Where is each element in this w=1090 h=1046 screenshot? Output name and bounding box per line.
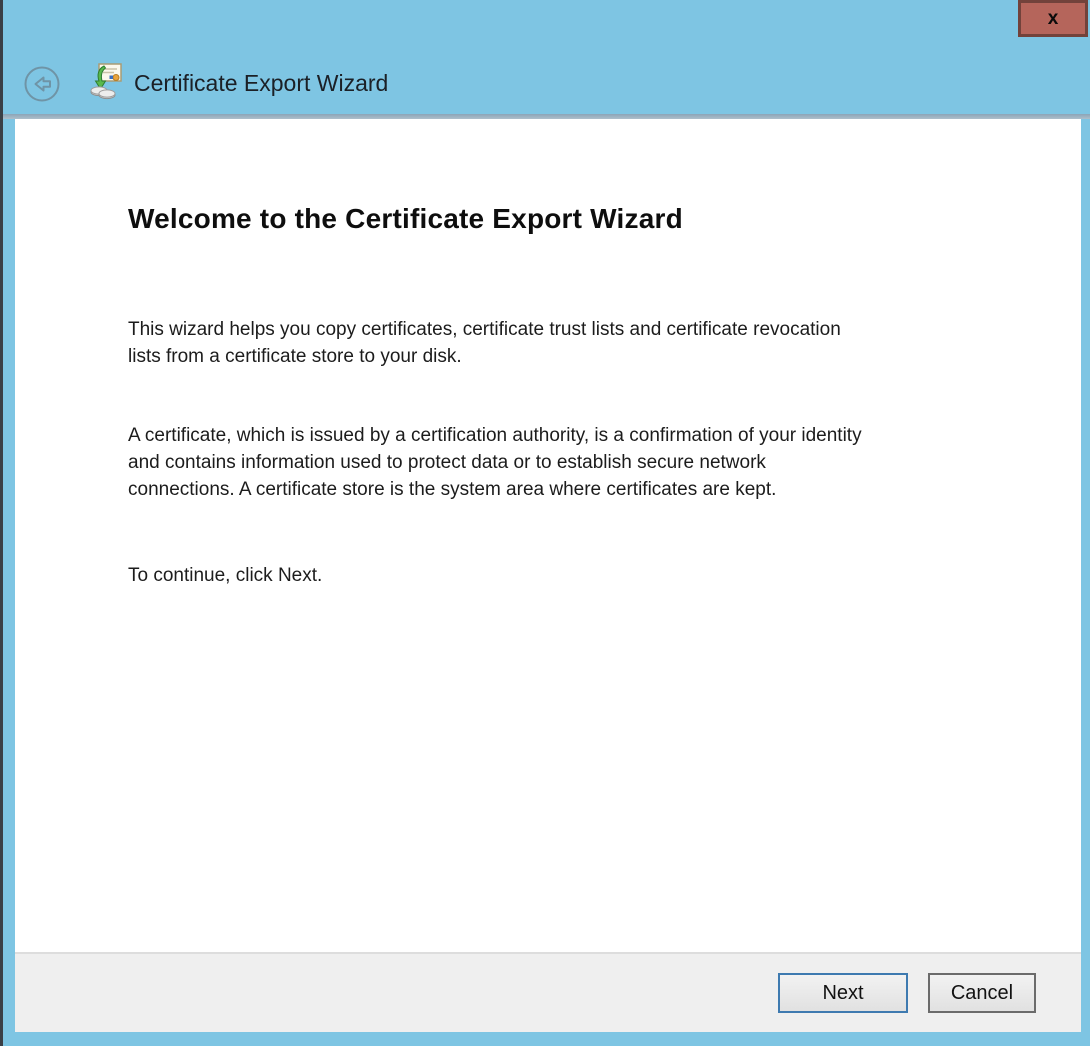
wizard-description-line: This wizard helps you copy certificates,… bbox=[128, 316, 841, 343]
close-icon: x bbox=[1048, 9, 1059, 28]
wizard-description: This wizard helps you copy certificates,… bbox=[128, 316, 841, 370]
certificate-export-wizard-window: x Cer bbox=[0, 0, 1090, 1046]
back-arrow-icon bbox=[24, 66, 60, 102]
certificate-description-line: connections. A certificate store is the … bbox=[128, 476, 862, 503]
wizard-description-line: lists from a certificate store to your d… bbox=[128, 343, 841, 370]
continue-instruction: To continue, click Next. bbox=[128, 562, 322, 589]
certificate-wizard-icon bbox=[90, 61, 122, 101]
footer-bar: Next Cancel bbox=[15, 952, 1081, 1032]
header-divider bbox=[0, 114, 1090, 119]
content-panel: Welcome to the Certificate Export Wizard… bbox=[15, 119, 1081, 952]
page-title: Certificate Export Wizard bbox=[134, 70, 388, 97]
screen-edge-strip bbox=[0, 0, 3, 1046]
back-button[interactable] bbox=[24, 66, 60, 102]
welcome-heading: Welcome to the Certificate Export Wizard bbox=[128, 203, 683, 235]
close-button[interactable]: x bbox=[1018, 0, 1088, 37]
certificate-description: A certificate, which is issued by a cert… bbox=[128, 422, 862, 503]
next-button[interactable]: Next bbox=[778, 973, 908, 1013]
certificate-description-line: A certificate, which is issued by a cert… bbox=[128, 422, 862, 449]
wizard-header: x Cer bbox=[0, 0, 1090, 114]
cancel-button[interactable]: Cancel bbox=[928, 973, 1036, 1013]
certificate-description-line: and contains information used to protect… bbox=[128, 449, 862, 476]
